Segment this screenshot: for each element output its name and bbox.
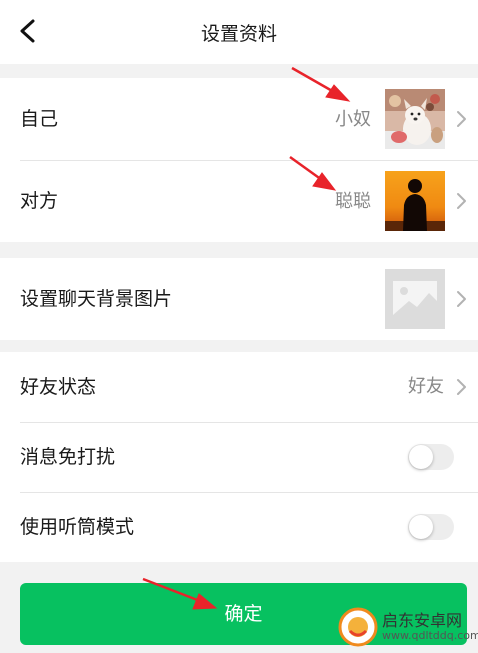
watermark: 启东安卓网 www.qdltddq.com: [338, 605, 478, 649]
friend-status-row[interactable]: 好友状态 好友: [0, 352, 478, 422]
chevron-right-icon: [457, 193, 466, 209]
background-group: 设置聊天背景图片: [0, 258, 478, 340]
mute-row: 消息免打扰: [0, 422, 478, 492]
watermark-text: 启东安卓网: [382, 611, 463, 630]
earpiece-label: 使用听筒模式: [20, 516, 135, 538]
chevron-right-icon: [457, 291, 466, 307]
settings-group: 好友状态 好友 消息免打扰 使用听筒模式: [0, 352, 478, 562]
chat-background-label: 设置聊天背景图片: [20, 288, 173, 310]
other-nickname: 聪聪: [335, 191, 371, 212]
self-row[interactable]: 自己 小奴: [0, 78, 478, 160]
self-nickname: 小奴: [335, 109, 371, 130]
other-label: 对方: [20, 190, 59, 212]
self-label: 自己: [20, 108, 59, 130]
friend-status-label: 好友状态: [20, 376, 97, 398]
earpiece-toggle[interactable]: [408, 514, 454, 540]
toggle-knob: [409, 515, 433, 539]
friend-status-value: 好友: [408, 376, 444, 397]
page-title: 设置资料: [200, 23, 277, 45]
chat-background-row[interactable]: 设置聊天背景图片: [0, 258, 478, 340]
sunset-avatar-image[interactable]: [385, 171, 445, 231]
chevron-right-icon: [457, 111, 466, 127]
mute-toggle[interactable]: [408, 444, 454, 470]
earpiece-row: 使用听筒模式: [0, 492, 478, 562]
toggle-knob: [409, 445, 433, 469]
image-placeholder-icon: [385, 269, 445, 329]
nav-bar: 设置资料: [0, 0, 478, 64]
other-row[interactable]: 对方 聪聪: [0, 160, 478, 242]
chevron-right-icon: [457, 379, 466, 395]
dog-avatar-image[interactable]: [385, 89, 445, 149]
watermark-logo-icon: [338, 607, 378, 647]
profile-group: 自己 小奴 对方 聪聪: [0, 78, 478, 242]
mute-label: 消息免打扰: [20, 446, 116, 468]
watermark-url: www.qdltddq.com: [382, 629, 478, 642]
